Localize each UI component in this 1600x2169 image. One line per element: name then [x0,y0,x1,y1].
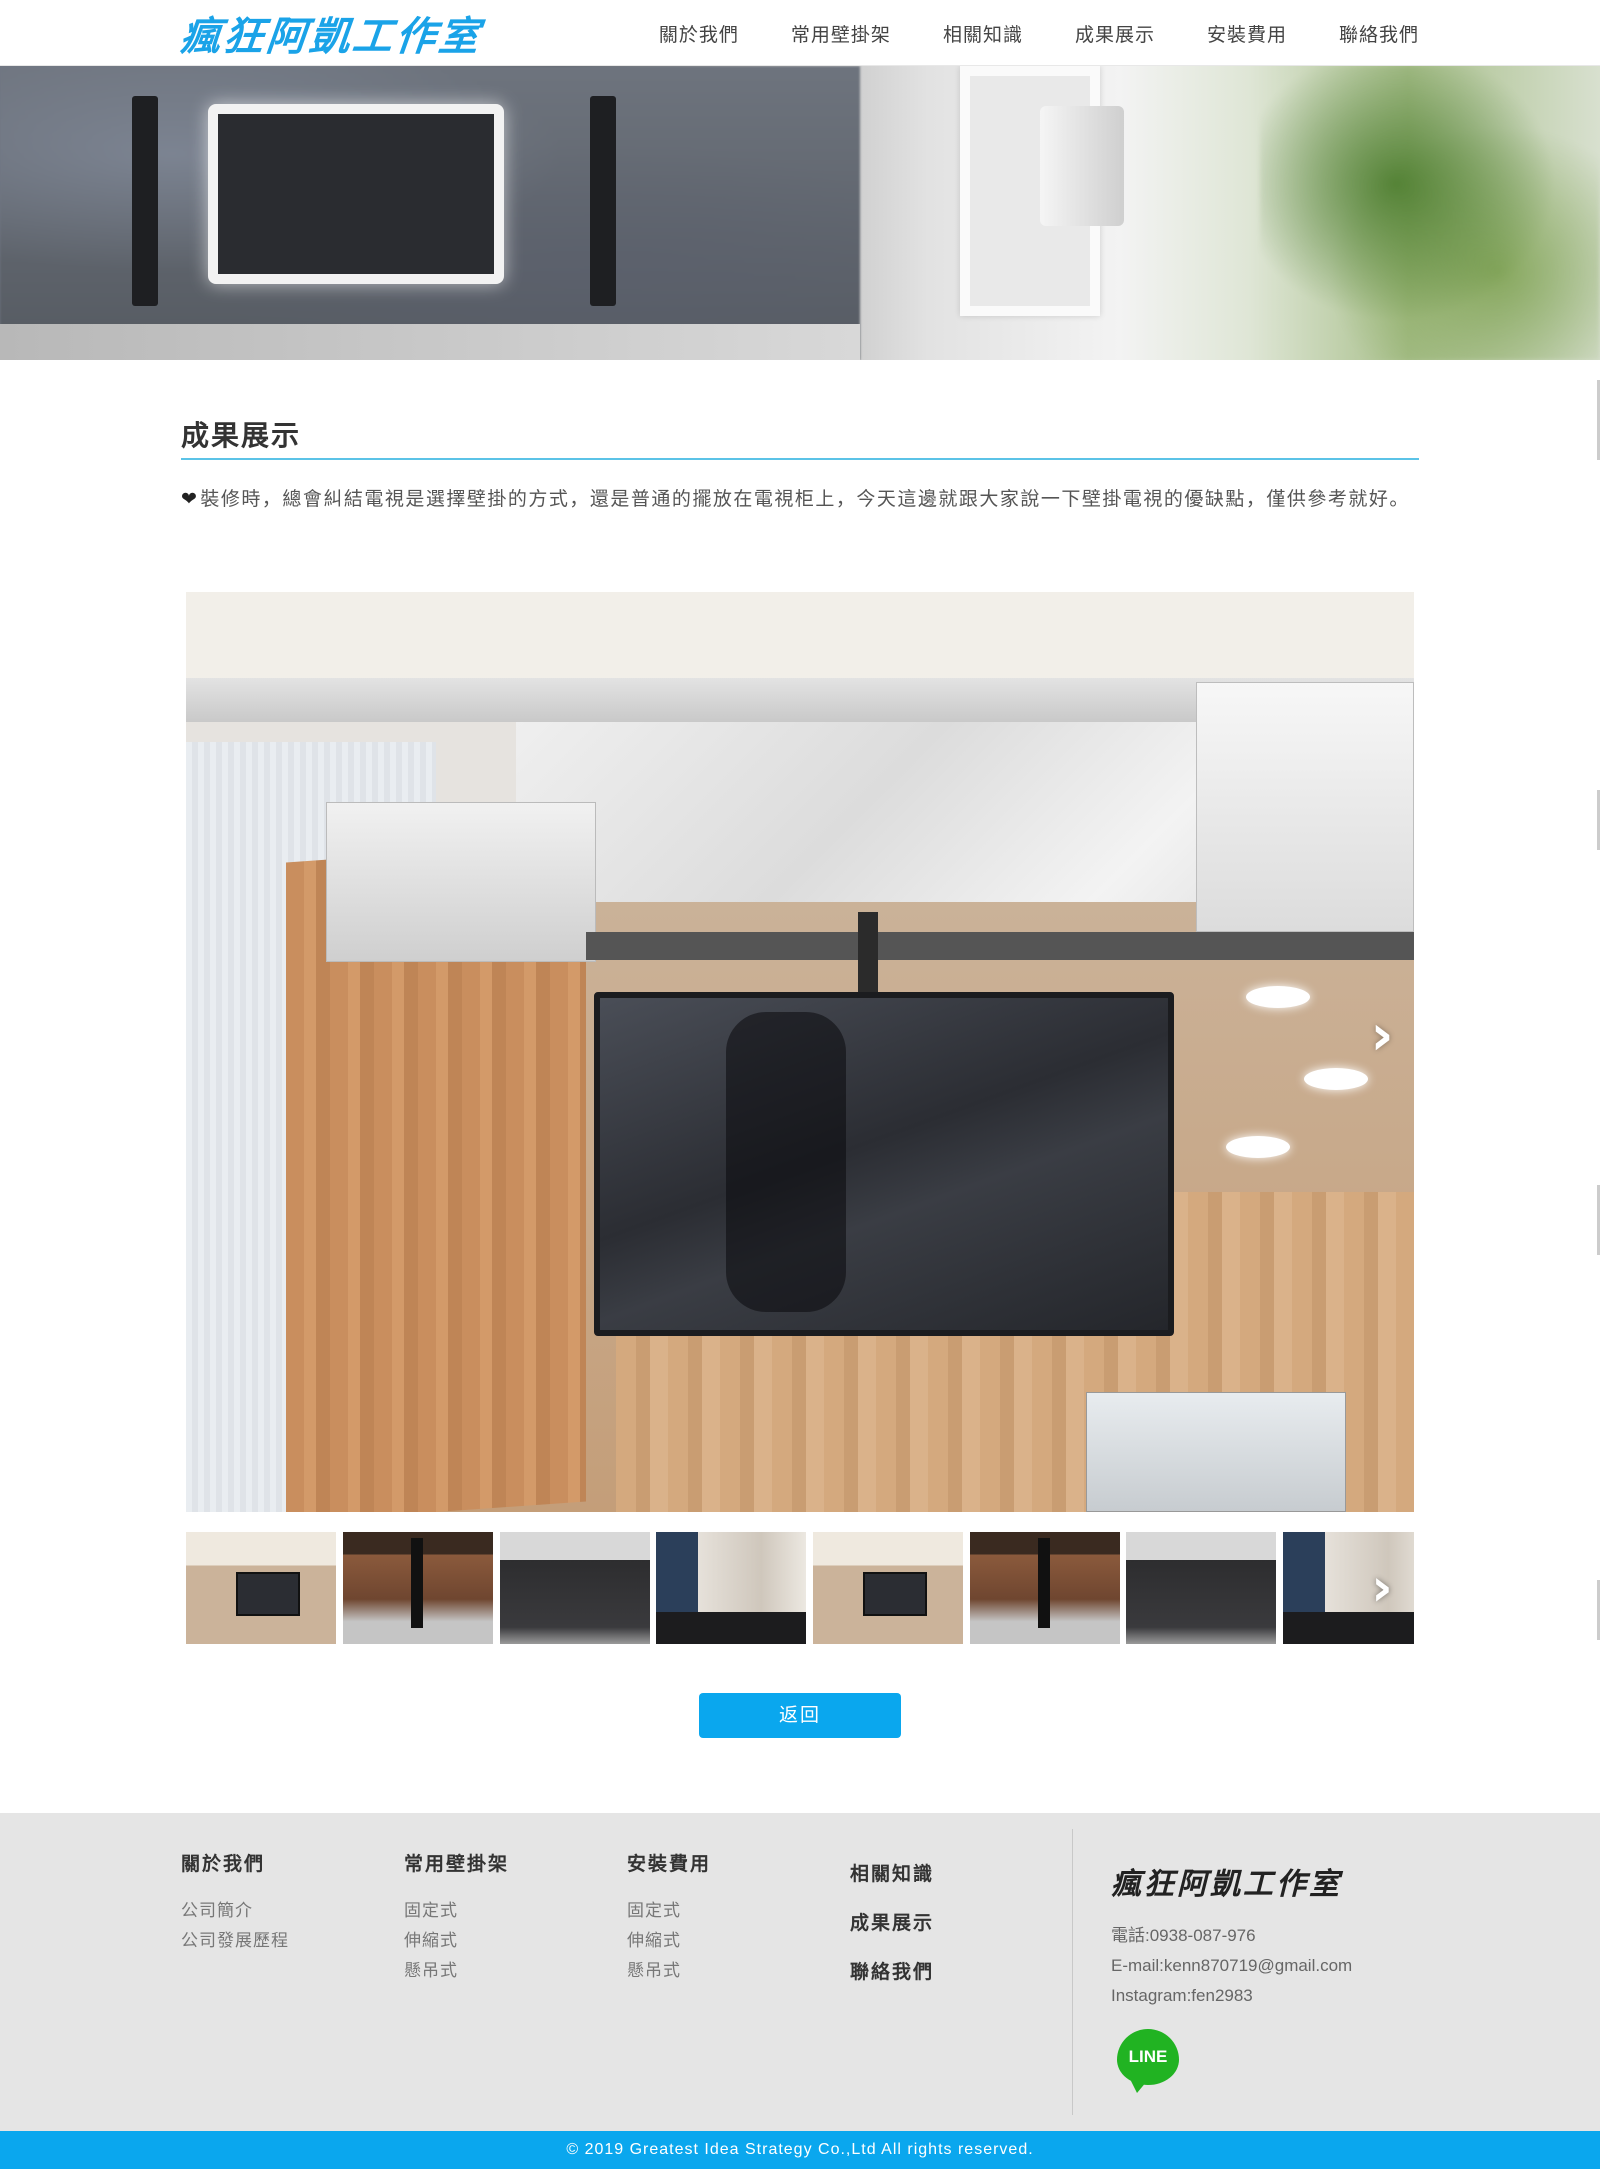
footer-link[interactable]: 固定式 [404,1896,509,1926]
footer-link[interactable]: 伸縮式 [404,1926,509,1956]
photo-counter [1086,1392,1346,1512]
footer-col-pricing: 安裝費用 固定式 伸縮式 懸吊式 [627,1849,711,1986]
thumbnail-strip: › [186,1532,1414,1644]
slider-next-arrow-icon[interactable]: › [1362,1006,1402,1066]
heart-icon: ❤ [181,488,199,510]
photo-tv [594,992,1174,1336]
nav-knowledge[interactable]: 相關知識 [943,20,1023,47]
footer-col-misc: 相關知識 成果展示 聯絡我們 [850,1859,934,2006]
photo-tv-reflection [726,1012,846,1312]
copyright-bar: © 2019 Greatest Idea Strategy Co.,Ltd Al… [0,2131,1600,2169]
nav-pricing[interactable]: 安裝費用 [1207,20,1287,47]
thumbnail-5[interactable] [813,1532,963,1644]
banner-tv [208,104,504,284]
main-nav: 關於我們 常用壁掛架 相關知識 成果展示 安裝費用 聯絡我們 [607,0,1419,66]
footer-link-portfolio[interactable]: 成果展示 [850,1908,934,1935]
thumbnail-2[interactable] [343,1532,493,1644]
footer-link[interactable]: 懸吊式 [627,1956,711,1986]
slide-photo [186,592,1414,1512]
site-footer: 關於我們 公司簡介 公司發展歷程 常用壁掛架 固定式 伸縮式 懸吊式 安裝費用 … [0,1813,1600,2131]
photo-box [326,802,596,962]
footer-col-title[interactable]: 關於我們 [181,1849,289,1876]
nav-about[interactable]: 關於我們 [659,20,739,47]
intro-text: ❤ 裝修時，總會糾結電視是選擇壁掛的方式，還是普通的擺放在電視柜上，今天這邊就跟大… [181,484,1419,515]
footer-link[interactable]: 公司發展歷程 [181,1926,289,1956]
banner-speaker-left [132,96,158,306]
back-button[interactable]: 返回 [699,1693,901,1738]
nav-contact[interactable]: 聯絡我們 [1339,20,1419,47]
footer-logo: 瘋狂阿凱工作室 [1111,1867,1342,1902]
footer-link[interactable]: 伸縮式 [627,1926,711,1956]
footer-divider [1072,1829,1073,2115]
footer-link[interactable]: 固定式 [627,1896,711,1926]
photo-air-conditioner [1196,682,1414,932]
footer-instagram: Instagram:fen2983 [1111,1986,1253,2005]
photo-dark-strip [586,932,1414,960]
photo-slider[interactable]: › [186,592,1414,1512]
banner-lamp [1040,106,1124,226]
footer-contact: 瘋狂阿凱工作室 電話:0938-087-976 E-mail:kenn87071… [1111,1859,1353,2093]
footer-col-title[interactable]: 安裝費用 [627,1849,711,1876]
thumbnails-next-arrow-icon[interactable]: › [1362,1558,1402,1618]
photo-light [1226,1136,1290,1158]
footer-link[interactable]: 懸吊式 [404,1956,509,1986]
banner-speaker-right [590,96,616,306]
photo-light [1246,986,1310,1008]
logo-text[interactable]: 瘋狂阿凱工作室 [178,4,485,62]
nav-portfolio[interactable]: 成果展示 [1075,20,1155,47]
photo-light [1304,1068,1368,1090]
footer-link-knowledge[interactable]: 相關知識 [850,1859,934,1886]
line-icon[interactable]: LINE [1117,2029,1179,2093]
hero-banner [0,66,1600,360]
banner-floor [0,324,860,360]
logo[interactable]: 瘋狂阿凱工作室 [178,8,484,60]
footer-col-title[interactable]: 常用壁掛架 [404,1849,509,1876]
thumbnail-1[interactable] [186,1532,336,1644]
footer-phone: 電話:0938-087-976 [1111,1926,1256,1945]
nav-wall-mounts[interactable]: 常用壁掛架 [791,20,891,47]
thumbnail-6[interactable] [970,1532,1120,1644]
title-divider [181,458,1419,460]
footer-col-wall-mounts: 常用壁掛架 固定式 伸縮式 懸吊式 [404,1849,509,1986]
intro-body: 裝修時，總會糾結電視是選擇壁掛的方式，還是普通的擺放在電視柜上，今天這邊就跟大家… [200,488,1410,510]
page-title: 成果展示 [181,419,302,452]
footer-link[interactable]: 公司簡介 [181,1896,289,1926]
thumbnail-7[interactable] [1126,1532,1276,1644]
footer-email: E-mail:kenn870719@gmail.com [1111,1956,1353,1975]
photo-ceiling [186,592,1414,678]
thumbnail-3[interactable] [500,1532,650,1644]
footer-link-contact[interactable]: 聯絡我們 [850,1957,934,1984]
banner-plant [1260,66,1600,360]
site-header: 瘋狂阿凱工作室 關於我們 常用壁掛架 相關知識 成果展示 安裝費用 聯絡我們 [0,0,1600,66]
footer-col-about: 關於我們 公司簡介 公司發展歷程 [181,1849,289,1956]
thumbnail-4[interactable] [656,1532,806,1644]
